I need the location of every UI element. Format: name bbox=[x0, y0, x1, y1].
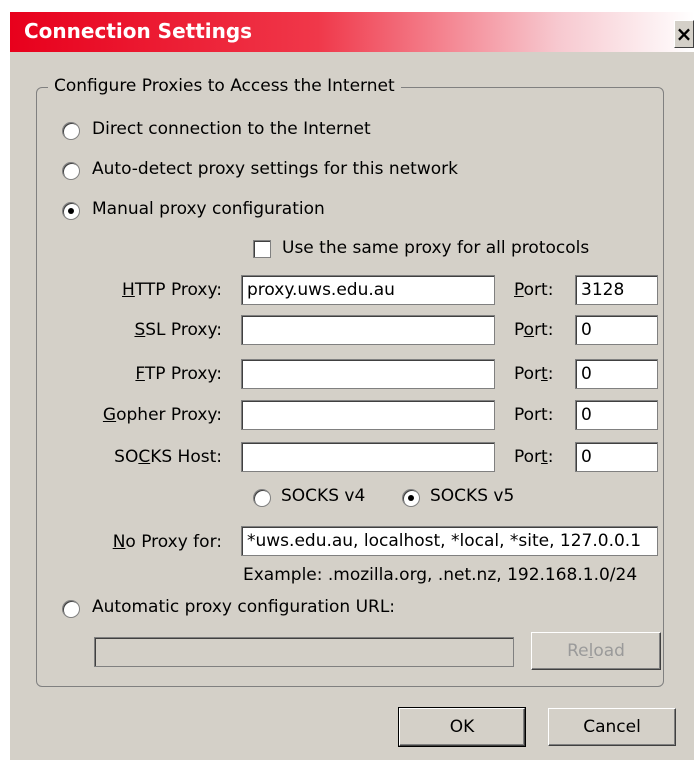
direct-connection-radio[interactable] bbox=[62, 122, 80, 140]
cancel-button[interactable]: Cancel bbox=[548, 708, 676, 746]
no-proxy-input[interactable]: *uws.edu.au, localhost, *local, *site, 1… bbox=[241, 526, 658, 556]
direct-connection-label[interactable]: Direct connection to the Internet bbox=[92, 119, 371, 139]
no-proxy-example: Example: .mozilla.org, .net.nz, 192.168.… bbox=[243, 565, 638, 585]
same-proxy-checkbox[interactable] bbox=[253, 240, 271, 258]
window-left-edge bbox=[0, 0, 10, 760]
title-bar[interactable]: Connection Settings × bbox=[10, 12, 694, 52]
ftp-port-label: Port: bbox=[514, 364, 554, 384]
same-proxy-label[interactable]: Use the same proxy for all protocols bbox=[282, 238, 589, 258]
gopher-port-input[interactable]: 0 bbox=[575, 400, 658, 430]
socks-v5-label[interactable]: SOCKS v5 bbox=[430, 486, 514, 506]
ftp-proxy-label: FTP Proxy: bbox=[135, 364, 222, 384]
http-proxy-label: HTTP Proxy: bbox=[122, 280, 222, 300]
autodetect-radio[interactable] bbox=[62, 162, 80, 180]
http-port-input[interactable]: 3128 bbox=[575, 275, 658, 305]
http-proxy-input[interactable]: proxy.uws.edu.au bbox=[241, 275, 495, 305]
ftp-proxy-input[interactable] bbox=[241, 359, 495, 389]
ssl-port-input[interactable]: 0 bbox=[575, 315, 658, 345]
ftp-port-input[interactable]: 0 bbox=[575, 359, 658, 389]
socks-v5-radio[interactable] bbox=[402, 489, 420, 507]
no-proxy-label: No Proxy for: bbox=[112, 532, 222, 552]
socks-host-label: SOCKS Host: bbox=[114, 447, 222, 467]
http-port-label: Port: bbox=[514, 280, 554, 300]
auto-config-radio[interactable] bbox=[62, 600, 80, 618]
manual-proxy-radio[interactable] bbox=[62, 202, 80, 220]
reload-button[interactable]: Reload bbox=[531, 632, 661, 670]
gopher-proxy-label: Gopher Proxy: bbox=[102, 405, 222, 425]
autodetect-label[interactable]: Auto-detect proxy settings for this netw… bbox=[92, 159, 458, 179]
close-icon: × bbox=[675, 22, 693, 46]
window-top-edge bbox=[0, 0, 694, 12]
ok-button[interactable]: OK bbox=[398, 707, 526, 747]
window-title: Connection Settings bbox=[24, 19, 253, 43]
ssl-port-label: Port: bbox=[514, 320, 554, 340]
close-button[interactable]: × bbox=[674, 20, 694, 48]
gopher-port-label: Port: bbox=[514, 405, 554, 425]
socks-port-input[interactable]: 0 bbox=[575, 442, 658, 472]
socks-port-label: Port: bbox=[514, 447, 554, 467]
ssl-proxy-input[interactable] bbox=[241, 315, 495, 345]
socks-v4-radio[interactable] bbox=[253, 489, 271, 507]
gopher-proxy-input[interactable] bbox=[241, 400, 495, 430]
ssl-proxy-label: SSL Proxy: bbox=[134, 320, 222, 340]
socks-v4-label[interactable]: SOCKS v4 bbox=[281, 486, 365, 506]
auto-config-url-input[interactable] bbox=[94, 637, 514, 667]
proxy-group-legend: Configure Proxies to Access the Internet bbox=[48, 76, 401, 96]
auto-config-label[interactable]: Automatic proxy configuration URL: bbox=[92, 597, 395, 617]
socks-host-input[interactable] bbox=[241, 442, 495, 472]
manual-proxy-label[interactable]: Manual proxy configuration bbox=[92, 199, 325, 219]
